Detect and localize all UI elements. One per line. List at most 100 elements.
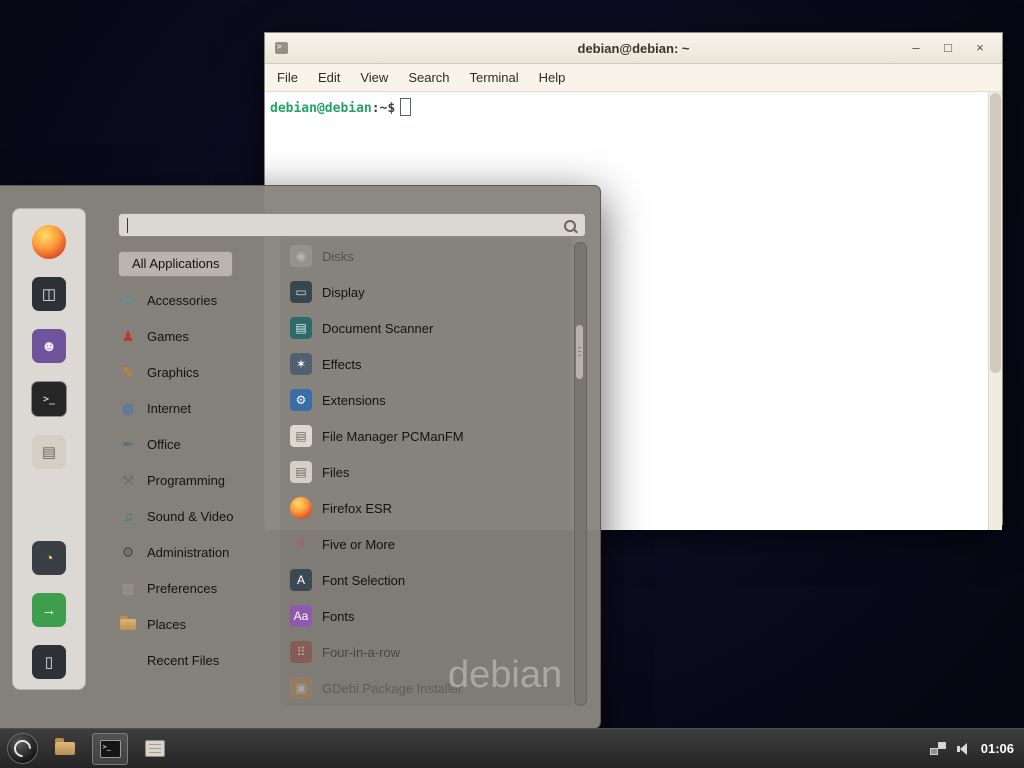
extensions-icon: ⚙ [290,389,312,411]
category-preferences[interactable]: ▦ Preferences [118,570,274,606]
category-all-applications[interactable]: All Applications [118,246,274,282]
five-or-more-icon: ⠿ [290,533,312,555]
favorite-firefox-icon[interactable] [32,225,66,259]
volume-icon[interactable] [957,743,970,755]
category-label: Preferences [147,581,217,596]
app-item-document-scanner[interactable]: ▤ Document Scanner [280,310,572,346]
menu-item-view[interactable]: View [360,70,388,85]
graphics-icon: ✎ [118,364,138,381]
category-label: Graphics [147,365,199,380]
games-icon: ♟ [118,328,138,345]
clock[interactable]: 01:06 [981,741,1014,756]
app-label: Firefox ESR [322,501,392,516]
menu-item-file[interactable]: File [277,70,298,85]
selected-category-pill[interactable]: All Applications [118,251,233,277]
prompt-user-host: debian@debian [270,101,372,116]
users-icon: ◫ [42,285,56,303]
category-graphics[interactable]: ✎ Graphics [118,354,274,390]
maximize-button[interactable]: □ [940,34,956,62]
app-label: Four-in-a-row [322,645,400,660]
icon-glyph: ▭ [295,285,306,299]
terminal-scrollbar[interactable] [988,92,1002,530]
category-administration[interactable]: ⚙ Administration [118,534,274,570]
app-item-extensions[interactable]: ⚙ Extensions [280,382,572,418]
category-label: Internet [147,401,191,416]
icon-glyph: ⠿ [297,645,306,659]
app-label: Effects [322,357,362,372]
app-item-firefox-esr[interactable]: Firefox ESR [280,490,572,526]
category-internet[interactable]: ◍ Internet [118,390,274,426]
app-label: Fonts [322,609,355,624]
programming-icon: ⚒ [118,472,138,489]
effects-icon: ✶ [290,353,312,375]
favorites-panel: ◫ ☻ >_ ▤ ◔ → ▯ [12,208,86,690]
category-label: Office [147,437,181,452]
four-in-a-row-icon: ⠿ [290,641,312,663]
app-item-four-in-a-row[interactable]: ⠿ Four-in-a-row [280,634,572,670]
app-label: File Manager PCManFM [322,429,464,444]
app-item-files[interactable]: ▤ Files [280,454,572,490]
category-office[interactable]: ✒ Office [118,426,274,462]
app-list-scrollbar-thumb[interactable] [576,325,583,379]
close-button[interactable]: × [972,34,988,62]
favorite-terminal-icon[interactable]: >_ [31,381,67,417]
category-label: Recent Files [147,653,219,668]
screensaver-settings-icon[interactable]: ◔ [32,541,66,575]
app-item-font-selection[interactable]: A Font Selection [280,562,572,598]
accessories-icon: ✂ [118,292,138,309]
app-item-gdebi-package-installer[interactable]: ▣ GDebi Package Installer [280,670,572,706]
logout-button[interactable]: → [32,593,66,627]
clock-monitor-icon: ◔ [44,550,53,567]
terminal-titlebar[interactable]: debian@debian: ~ – □ × [265,33,1002,64]
category-accessories[interactable]: ✂ Accessories [118,282,274,318]
category-label: Games [147,329,189,344]
administration-icon: ⚙ [118,544,138,561]
category-recent-files[interactable]: Recent Files [118,642,274,678]
app-item-effects[interactable]: ✶ Effects [280,346,572,382]
menu-button[interactable] [7,733,38,764]
search-caret [127,218,128,233]
app-item-display[interactable]: ▭ Display [280,274,572,310]
favorite-mascot-icon[interactable]: ☻ [32,329,66,363]
category-games[interactable]: ♟ Games [118,318,274,354]
taskbar-file-manager-launcher[interactable] [48,734,82,764]
places-folder-icon [120,619,136,630]
terminal-icon: >_ [43,394,55,405]
search-input[interactable] [127,216,561,236]
menu-item-search[interactable]: Search [408,70,449,85]
disks-icon: ◉ [290,245,312,267]
taskbar-terminal-launcher[interactable] [92,733,128,765]
app-label: Five or More [322,537,395,552]
category-sound-video[interactable]: ♫ Sound & Video [118,498,274,534]
app-item-disks[interactable]: ◉ Disks [280,238,572,274]
category-places[interactable]: Places [118,606,274,642]
document-scanner-icon: ▤ [290,317,312,339]
menu-item-help[interactable]: Help [539,70,566,85]
search-icon [564,220,576,232]
files-icon [145,740,165,757]
shutdown-button[interactable]: ▯ [32,645,66,679]
terminal-icon [100,740,121,758]
menu-item-edit[interactable]: Edit [318,70,340,85]
terminal-window-icon [275,42,288,54]
taskbar-files-launcher[interactable] [138,734,172,764]
terminal-scrollbar-thumb[interactable] [990,93,1001,373]
network-icon[interactable] [930,742,946,755]
mascot-icon: ☻ [41,338,57,355]
pcmanfm-icon: ▤ [290,425,312,447]
minimize-button[interactable]: – [908,34,924,62]
app-label: Disks [322,249,354,264]
app-label: Font Selection [322,573,405,588]
category-programming[interactable]: ⚒ Programming [118,462,274,498]
app-item-fonts[interactable]: Aa Fonts [280,598,572,634]
favorite-users-icon[interactable]: ◫ [32,277,66,311]
application-list: ◉ Disks ▭ Display ▤ Document Scanner ✶ E… [280,238,572,706]
favorite-file-manager-icon[interactable]: ▤ [32,435,66,469]
menu-item-terminal[interactable]: Terminal [470,70,519,85]
app-item-five-or-more[interactable]: ⠿ Five or More [280,526,572,562]
prompt-path: :~$ [372,101,395,116]
category-label: Sound & Video [147,509,234,524]
firefox-icon [290,497,312,519]
app-item-file-manager-pcmanfm[interactable]: ▤ File Manager PCManFM [280,418,572,454]
app-list-scrollbar[interactable] [574,242,587,706]
